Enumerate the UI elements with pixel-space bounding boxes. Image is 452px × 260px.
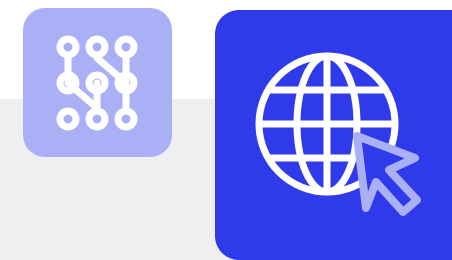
workflow-app-tile[interactable]: [23, 8, 172, 157]
node-network-icon: [56, 35, 137, 130]
web-browser-app-tile[interactable]: [215, 10, 452, 260]
cursor-arrow-icon: [352, 132, 421, 216]
globe-cursor-icon: [255, 52, 421, 216]
